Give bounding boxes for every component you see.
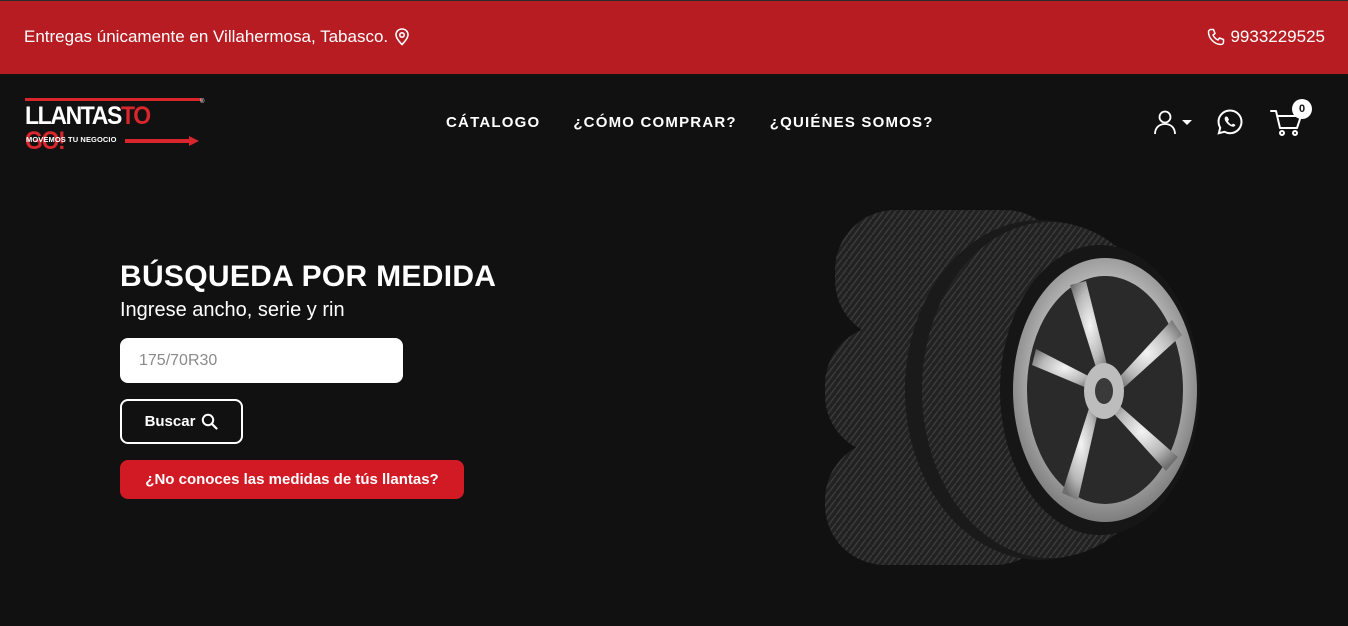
nav-item-como-comprar[interactable]: ¿CÓMO COMPRAR? [573, 114, 736, 131]
nav-item-quienes-somos[interactable]: ¿QUIÉNES SOMOS? [770, 114, 934, 131]
logo-wordmark: LLANTASTO GO! [25, 102, 151, 155]
main-navigation: CÁTALOGO ¿CÓMO COMPRAR? ¿QUIÉNES SOMOS? [446, 114, 934, 131]
nav-item-catalogo[interactable]: CÁTALOGO [446, 114, 540, 131]
whatsapp-icon[interactable] [1216, 108, 1244, 136]
user-icon[interactable] [1152, 109, 1178, 135]
cart-count-badge: 0 [1292, 99, 1312, 119]
phone-icon [1207, 28, 1225, 46]
location-pin-icon [394, 28, 410, 46]
brand-logo[interactable]: LLANTASTO GO! ® MOVEMOS TU NEGOCIO [25, 98, 205, 154]
page-subtitle: Ingrese ancho, serie y rin [120, 299, 345, 321]
tire-size-help-button[interactable]: ¿No conoces las medidas de tús llantas? [120, 460, 464, 499]
page-title: BÚSQUEDA POR MEDIDA [120, 260, 497, 293]
logo-top-bar [25, 98, 201, 101]
delivery-text: Entregas únicamente en Villahermosa, Tab… [24, 27, 389, 46]
tires-stack-image [825, 210, 1200, 565]
top-announcement-bar: Entregas únicamente en Villahermosa, Tab… [0, 0, 1348, 74]
tire-size-search-input[interactable] [120, 338, 403, 383]
search-button[interactable]: Buscar [120, 399, 243, 444]
logo-arrow-icon [125, 136, 199, 146]
delivery-notice: Entregas únicamente en Villahermosa, Tab… [24, 27, 410, 47]
main-header: LLANTASTO GO! ® MOVEMOS TU NEGOCIO CÁTAL… [0, 74, 1348, 170]
search-button-label: Buscar [144, 413, 196, 430]
logo-tagline: MOVEMOS TU NEGOCIO [26, 135, 117, 144]
search-icon [202, 413, 219, 430]
logo-registered-mark: ® [200, 99, 205, 105]
phone-contact[interactable]: 9933229525 [1207, 27, 1325, 47]
chevron-down-icon[interactable] [1182, 120, 1192, 125]
header-actions: 0 [1152, 99, 1322, 147]
phone-number[interactable]: 9933229525 [1230, 27, 1325, 47]
